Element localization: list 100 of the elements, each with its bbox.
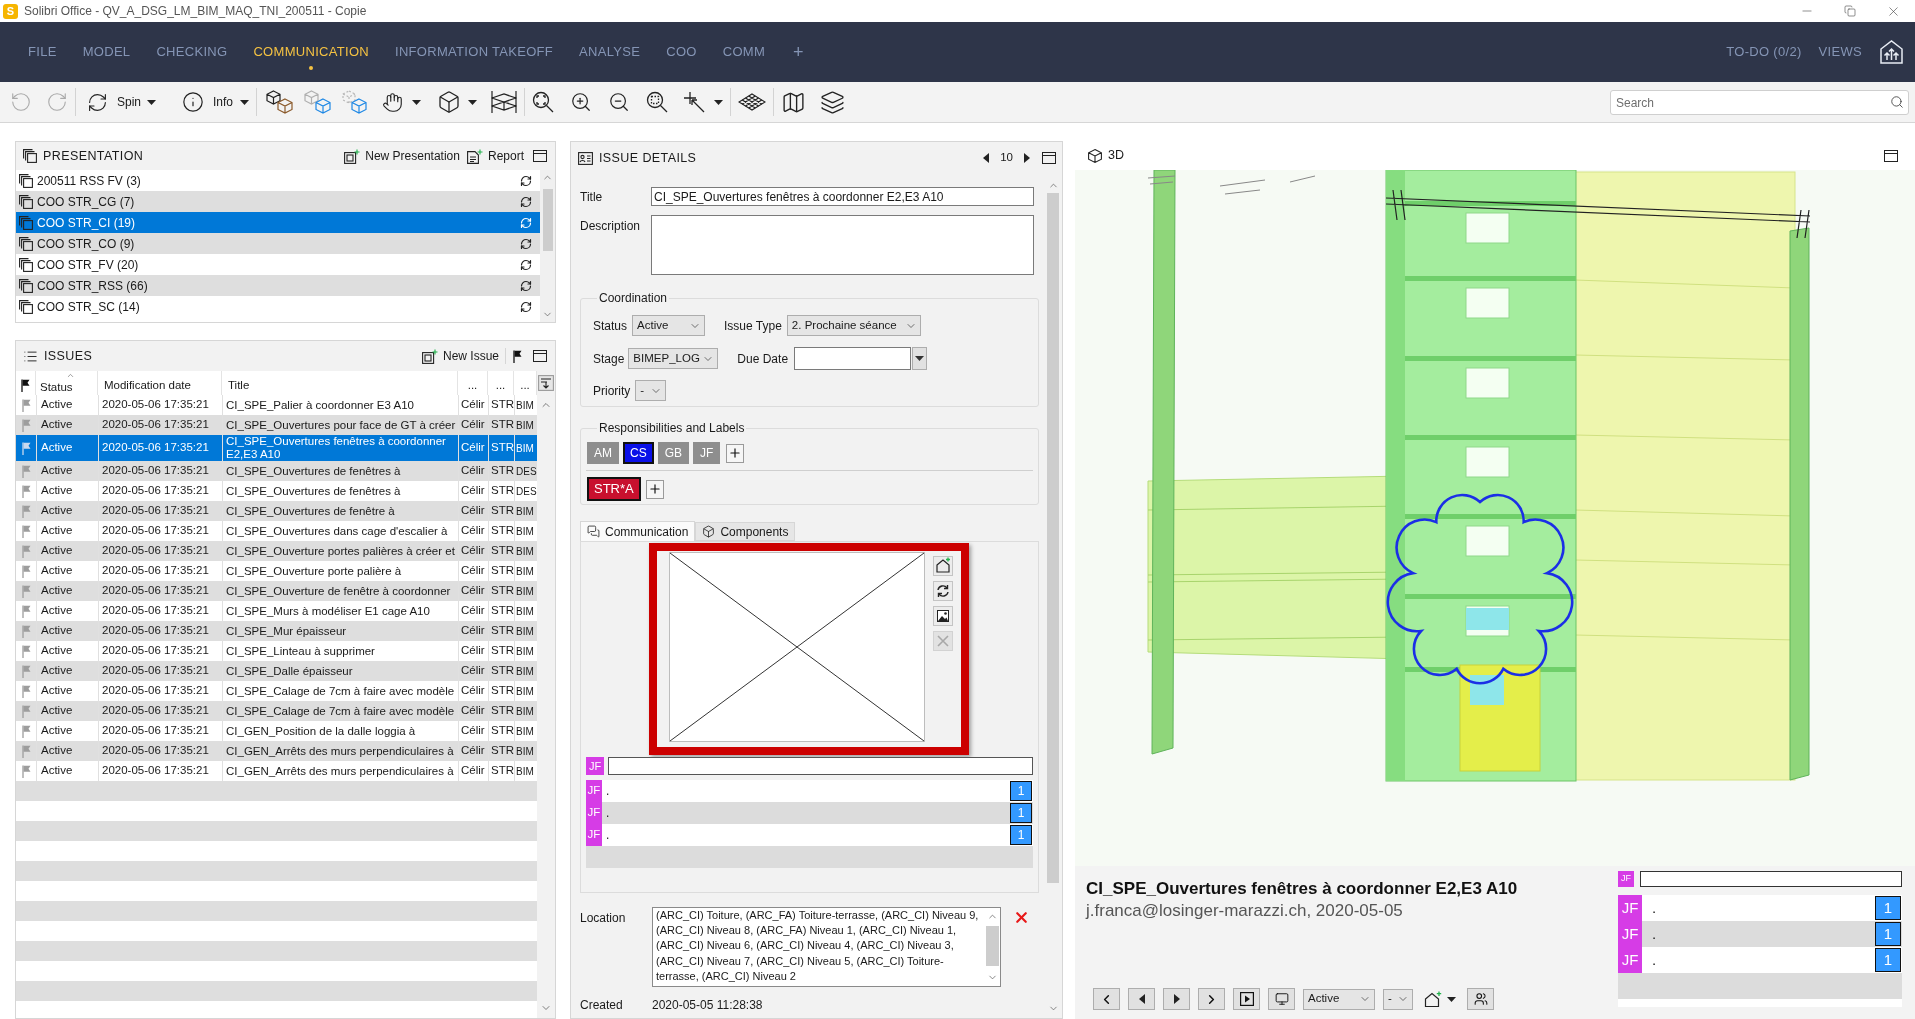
remove-icon[interactable] [1013, 909, 1030, 926]
menu-tab[interactable]: MODEL [82, 22, 131, 82]
author-badge[interactable]: JF [1618, 895, 1642, 921]
search-field[interactable]: Search [1610, 90, 1909, 115]
table-row[interactable]: Active 2020-05-06 17:35:21 CI_SPE_Ouvertures pour face de GT à créer Célir STR BIM [16, 415, 537, 435]
comment-row[interactable]: JF . 1 [1618, 921, 1902, 947]
author-badge[interactable]: JF [586, 757, 604, 775]
monitor-button[interactable] [1268, 988, 1295, 1010]
report-button[interactable]: Report [466, 147, 524, 165]
maximize-icon[interactable] [1884, 149, 1898, 162]
cursor-icon[interactable] [684, 91, 706, 113]
triangle-right-button[interactable] [1163, 988, 1190, 1010]
section-box-icon[interactable] [491, 90, 518, 114]
zoom-fit-icon[interactable] [532, 91, 555, 113]
author-badge[interactable]: JF [586, 824, 602, 846]
sync-icon[interactable] [520, 174, 532, 187]
table-row[interactable]: Active 2020-05-06 17:35:21 CI_SPE_Ouverture de fenêtre à coordonner Célir STR BIM [16, 581, 537, 601]
author-badge[interactable]: JF [586, 780, 602, 802]
new-issue-button[interactable]: New Issue [421, 347, 499, 365]
comment-row[interactable]: JF . 1 [586, 824, 1033, 846]
date-dropdown-button[interactable] [912, 347, 928, 370]
author-badge[interactable]: JF [1618, 871, 1634, 887]
caret-icon[interactable] [1447, 996, 1456, 1002]
table-row[interactable]: Active 2020-05-06 17:35:21 CI_SPE_Calage de 7cm à faire avec modèle Célir STR BIM [16, 701, 537, 721]
sync-icon[interactable] [520, 237, 532, 250]
previous-icon[interactable] [983, 153, 990, 163]
add-slide-icon[interactable] [344, 148, 361, 164]
add-person-button[interactable] [726, 443, 745, 463]
location-field[interactable]: (ARC_CI) Toiture, (ARC_FA) Toiture-terrasse, (ARC_CI) Niveau 9, (ARC_CI) Niveau 8, (ARC_FA) Niveau 1, (ARC_CI) Niveau 1, (ARC_CI) Niveau 6, (ARC_CI) Niveau 4, (ARC_CI) Niveau 3, (ARC_CI) Niveau 7, (ARC_CI) Niveau 5, (ARC_CI) Toiture-terrasse, (ARC_CI) Niveau 2 [652, 907, 1001, 987]
menu-tab[interactable]: INFORMATION TAKEOFF [395, 22, 554, 82]
grid-plane-icon[interactable] [738, 93, 767, 111]
flag-icon[interactable] [21, 378, 30, 392]
sync-icon[interactable] [520, 300, 532, 313]
menu-tab[interactable]: COMM [722, 22, 766, 82]
status-select[interactable]: Active [632, 315, 706, 336]
info-button[interactable]: Info [182, 91, 250, 113]
play-button[interactable] [1233, 988, 1260, 1010]
triangle-right-icon[interactable] [1173, 994, 1180, 1004]
table-row[interactable]: Active 2020-05-06 17:35:21 CI_SPE_Ouvertures de fenêtres à Célir STR DES [16, 461, 537, 481]
spin-button[interactable]: Spin [87, 91, 157, 113]
comment-row[interactable]: JF . 1 [1618, 895, 1902, 921]
priority-select[interactable]: - [635, 380, 667, 401]
caret-icon[interactable] [147, 99, 157, 105]
add-tab-button[interactable]: + [793, 43, 804, 61]
comment-input[interactable] [1640, 871, 1902, 887]
author-badge[interactable]: JF [586, 802, 602, 824]
add-document-icon[interactable] [466, 148, 483, 164]
maximize-icon[interactable] [533, 350, 547, 362]
search-icon[interactable] [1890, 94, 1904, 109]
zoom-box-icon[interactable] [646, 91, 669, 113]
zoom-out-icon[interactable] [608, 91, 631, 113]
zoom-in-icon[interactable] [570, 91, 593, 113]
column-settings-icon[interactable] [538, 375, 554, 391]
comment-row[interactable]: JF . 1 [1618, 947, 1902, 973]
sync-icon[interactable] [520, 195, 532, 208]
caret-icon[interactable] [915, 356, 925, 361]
issue-type-select[interactable]: 2. Prochaine séance [786, 315, 921, 336]
chevron-right-button[interactable] [1198, 988, 1225, 1010]
priority-select[interactable]: - [1383, 988, 1413, 1010]
hand-icon[interactable] [382, 91, 404, 113]
title-input[interactable]: CI_SPE_Ouvertures fenêtres à coordonner E2,E3 A10 [651, 187, 1034, 206]
presentation-item[interactable]: COO STR_CO (9) [16, 233, 540, 254]
author-badge[interactable]: JF [1618, 947, 1642, 973]
house-arrows-icon[interactable] [1880, 40, 1903, 64]
panel-tab[interactable]: Components [695, 522, 796, 541]
comment-input[interactable] [608, 757, 1033, 775]
wire-cube-icon[interactable] [304, 90, 333, 114]
cubes-icon[interactable] [266, 90, 295, 114]
chevron-left-button[interactable] [1093, 988, 1120, 1010]
table-row[interactable]: Active 2020-05-06 17:35:21 CI_GEN_Arrêts des murs perpendiculaires à Célir STR BIM [16, 741, 537, 761]
panel-tab[interactable]: Communication [580, 521, 696, 541]
layers-icon[interactable] [820, 89, 846, 115]
author-badge[interactable]: JF [1618, 921, 1642, 947]
maximize-icon[interactable] [1042, 152, 1056, 164]
presentation-item[interactable]: COO STR_CG (7) [16, 191, 540, 212]
presentation-item[interactable]: COO STR_RSS (66) [16, 275, 540, 296]
scrollbar-thumb[interactable] [986, 926, 999, 966]
menu-tab[interactable]: COMMUNICATION [253, 22, 369, 82]
presentation-item[interactable]: COO STR_CI (19) [16, 212, 540, 233]
table-row[interactable]: Active 2020-05-06 17:35:21 CI_SPE_Ouvertures de fenêtre à Célir STR BIM [16, 501, 537, 521]
table-row[interactable]: Active 2020-05-06 17:35:21 CI_SPE_Dalle épaisseur Célir STR BIM [16, 661, 537, 681]
caret-icon[interactable] [412, 99, 422, 105]
views-link[interactable]: VIEWS [1818, 42, 1862, 62]
sync-icon[interactable] [520, 258, 532, 271]
stage-select[interactable]: BIMEP_LOG [628, 348, 719, 369]
house-plus-icon[interactable] [933, 556, 953, 576]
label-tag[interactable]: STR*A [587, 477, 641, 501]
restore-icon[interactable] [1844, 5, 1856, 17]
add-label-button[interactable] [645, 479, 664, 499]
table-row[interactable]: Active 2020-05-06 17:35:21 CI_SPE_Ouverture portes palières à créer et Célir STR BIM [16, 541, 537, 561]
menu-tab[interactable]: COO [666, 22, 697, 82]
triangle-left-icon[interactable] [1138, 994, 1145, 1004]
caret-icon[interactable] [240, 99, 250, 105]
caret-icon[interactable] [468, 99, 478, 105]
triangle-left-button[interactable] [1128, 988, 1155, 1010]
maximize-icon[interactable] [533, 150, 547, 162]
people-button[interactable] [1467, 988, 1494, 1010]
table-row[interactable]: Active 2020-05-06 17:35:21 CI_SPE_Ouvertures fenêtres à coordonner E2,E3 A10 Célir STR BIM [16, 435, 537, 461]
new-presentation-button[interactable]: New Presentation [344, 147, 460, 165]
table-row[interactable]: Active 2020-05-06 17:35:21 CI_SPE_Mur épaisseur Célir STR BIM [16, 621, 537, 641]
